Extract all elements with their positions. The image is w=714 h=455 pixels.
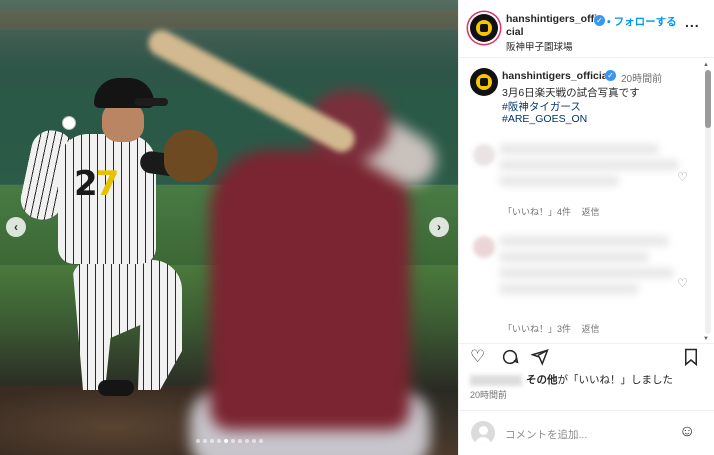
post-timestamp[interactable]: 20時間前: [470, 388, 507, 401]
likes-others-link[interactable]: その他: [526, 374, 558, 386]
bookmark-icon: [685, 348, 697, 367]
like-button[interactable]: ♡: [470, 348, 485, 366]
account-avatar[interactable]: [470, 14, 498, 42]
comment-avatar[interactable]: [473, 236, 495, 258]
add-comment-bar: コメントを追加... ☺: [459, 410, 714, 455]
emoji-icon[interactable]: ☺: [679, 423, 695, 441]
carousel-dot: [237, 439, 242, 443]
chevron-left-icon: ‹: [14, 220, 18, 234]
comment-meta: 「いいね！」4件 返信: [503, 205, 600, 218]
liker-name-redacted[interactable]: [470, 374, 522, 386]
carousel-dot: [216, 439, 221, 443]
photo-stand-band: [0, 10, 458, 30]
scroll-down-arrow[interactable]: ▼: [703, 336, 709, 342]
comment-text-redacted: [499, 144, 659, 154]
post-photo: 27 ‹ ›: [0, 0, 458, 455]
reply-button[interactable]: 返信: [582, 324, 600, 334]
heart-icon[interactable]: ♡: [677, 170, 688, 184]
comment-meta: 「いいね！」3件 返信: [503, 322, 600, 335]
comment-text-redacted: [499, 160, 679, 170]
likes-suffix: が「いいね！」しました: [557, 374, 674, 386]
post-header: hanshintigers_official ✓ • フォローする 阪神甲子園球…: [459, 0, 714, 58]
post-location[interactable]: 阪神甲子園球場: [506, 39, 573, 53]
follow-separator: •: [607, 16, 611, 28]
comment-text-redacted: [499, 268, 674, 278]
account-username[interactable]: hanshintigers_official: [506, 13, 598, 39]
comment-input[interactable]: コメントを追加...: [505, 427, 587, 442]
carousel-dot: [244, 439, 249, 443]
caption-time: 20時間前: [621, 74, 663, 85]
current-user-avatar: [471, 421, 495, 445]
pitcher-face: [102, 102, 144, 142]
caption-username[interactable]: hanshintigers_official: [502, 70, 611, 82]
comment-text-redacted: [499, 236, 669, 246]
carousel-indicator: [0, 439, 458, 443]
comment-text-redacted: [499, 252, 649, 262]
comment-likes[interactable]: 「いいね！」3件: [503, 324, 571, 334]
heart-icon[interactable]: ♡: [677, 276, 688, 290]
carousel-prev-button[interactable]: ‹: [6, 217, 26, 237]
reply-button[interactable]: 返信: [582, 207, 600, 217]
more-options-button[interactable]: ...: [685, 14, 700, 30]
pitcher-cap-brim: [134, 98, 168, 106]
carousel-dot: [209, 439, 214, 443]
post-side-panel: hanshintigers_official ✓ • フォローする 阪神甲子園球…: [458, 0, 714, 455]
carousel-dot: [195, 439, 200, 443]
pitcher-shoe: [98, 380, 134, 396]
instagram-post-modal: 27 ‹ › hanshintigers_official ✓ • フォローする…: [0, 0, 714, 455]
carousel-dot: [258, 439, 263, 443]
batter-body: [210, 150, 410, 430]
follow-label: フォローする: [613, 16, 677, 28]
comment-text-redacted: [499, 284, 639, 294]
verified-badge-icon: ✓: [594, 15, 605, 26]
post-actions-bar: ♡: [459, 343, 714, 369]
comments-scrollbar[interactable]: [705, 70, 711, 334]
jersey-number-graphic: 27: [74, 164, 119, 204]
heart-icon: ♡: [470, 347, 486, 366]
hashtag-link[interactable]: #ARE_GOES_ON: [502, 113, 587, 125]
likes-summary: その他が「いいね！」しました: [470, 372, 673, 387]
comment-text-redacted: [499, 176, 619, 186]
verified-badge-icon: ✓: [605, 70, 616, 81]
caption-avatar[interactable]: [470, 68, 498, 96]
caption-text: 3月6日楽天戦の試合写真です: [502, 87, 640, 99]
follow-button[interactable]: • フォローする: [607, 14, 677, 29]
share-icon: [530, 349, 549, 366]
hashtag-link[interactable]: #阪神タイガース: [502, 99, 581, 114]
scrollbar-thumb[interactable]: [705, 70, 711, 128]
carousel-dot: [202, 439, 207, 443]
share-button[interactable]: [530, 348, 549, 370]
carousel-dot: [230, 439, 235, 443]
scroll-up-arrow[interactable]: ▲: [703, 62, 709, 68]
carousel-dot: [251, 439, 256, 443]
comment-button[interactable]: [501, 348, 519, 370]
comment-likes[interactable]: 「いいね！」4件: [503, 207, 571, 217]
carousel-dot: [223, 439, 228, 443]
comment-icon: [502, 349, 519, 365]
comment-avatar[interactable]: [473, 144, 495, 166]
save-button[interactable]: [683, 348, 699, 370]
pitcher-legs: [72, 260, 182, 390]
carousel-next-button[interactable]: ›: [429, 217, 449, 237]
post-caption: hanshintigers_official ✓ 20時間前 3月6日楽天戦の試…: [459, 58, 714, 148]
chevron-right-icon: ›: [437, 220, 441, 234]
baseball: [62, 116, 76, 130]
